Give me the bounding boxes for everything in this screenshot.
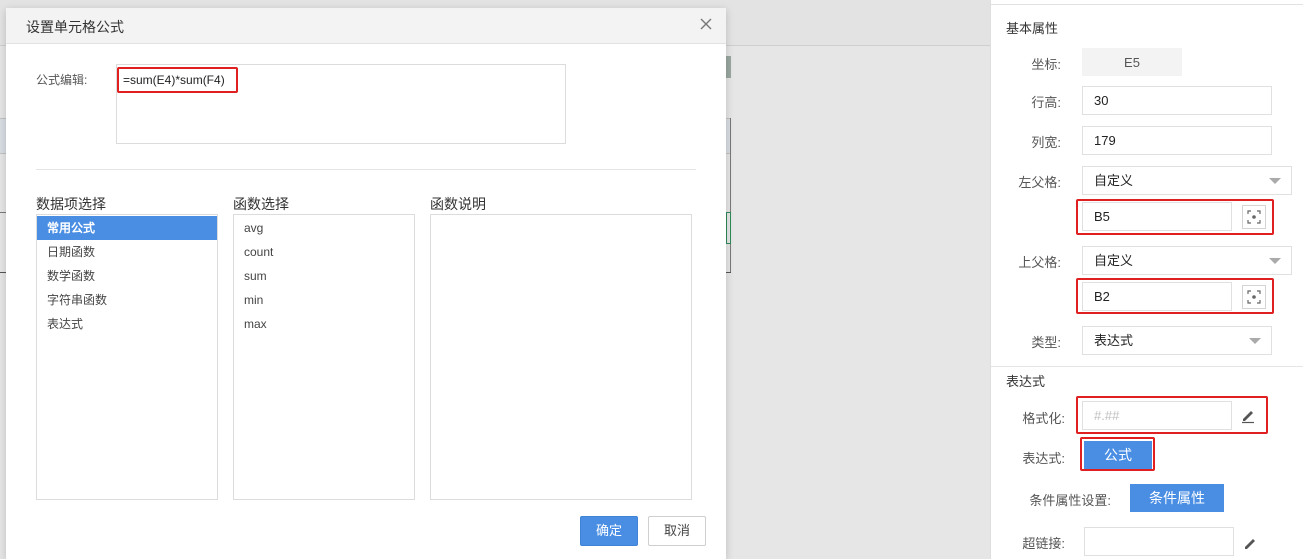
coord-label: 坐标: [1031, 57, 1061, 72]
top-parent-label: 上父格: [1018, 255, 1061, 270]
left-parent-label: 左父格: [1018, 175, 1061, 190]
panel-top-line [991, 4, 1303, 5]
sheet-selected-cell[interactable] [726, 212, 731, 244]
section-divider [991, 366, 1303, 367]
row-height-input[interactable]: 30 [1082, 86, 1272, 115]
expression-section-title: 表达式 [1006, 374, 1046, 389]
left-parent-highlight [1076, 199, 1274, 235]
formula-dialog: 设置单元格公式 公式编辑: =sum(E4)*sum(F4) 数据项选择 常用公… [6, 8, 726, 559]
sheet-grid-line [730, 118, 731, 273]
top-parent-highlight [1076, 278, 1274, 314]
row-height-label: 行高: [1031, 95, 1061, 110]
ok-button[interactable]: 确定 [580, 516, 638, 546]
expression-label: 表达式: [1022, 451, 1065, 466]
sheet-scroll-marker [726, 56, 731, 78]
data-item-expression[interactable]: 表达式 [37, 312, 217, 336]
edit-icon[interactable] [1240, 533, 1260, 553]
data-item-string-functions[interactable]: 字符串函数 [37, 288, 217, 312]
function-max[interactable]: max [234, 312, 414, 336]
cancel-button[interactable]: 取消 [648, 516, 706, 546]
formula-highlight [117, 67, 238, 93]
basic-props-title: 基本属性 [1006, 21, 1059, 36]
type-select[interactable]: 表达式 [1082, 326, 1272, 355]
data-item-math-functions[interactable]: 数学函数 [37, 264, 217, 288]
hyperlink-input[interactable] [1084, 527, 1234, 556]
format-label: 格式化: [1022, 411, 1065, 426]
left-parent-select-value: 自定义 [1094, 173, 1134, 188]
left-parent-select[interactable]: 自定义 [1082, 166, 1292, 195]
chevron-down-icon [1269, 258, 1281, 264]
chevron-down-icon [1249, 338, 1261, 344]
type-label: 类型: [1031, 335, 1061, 350]
col-width-input[interactable]: 179 [1082, 126, 1272, 155]
top-parent-select[interactable]: 自定义 [1082, 246, 1292, 275]
property-panel: 基本属性 坐标: E5 行高: 30 列宽: 179 左父格: 自定义 B5 上… [990, 0, 1303, 559]
dialog-divider [36, 169, 696, 170]
dialog-title: 设置单元格公式 [26, 19, 124, 35]
formula-label: 公式编辑: [36, 73, 88, 87]
format-highlight [1076, 396, 1268, 434]
formula-button-highlight [1080, 437, 1155, 471]
col-width-label: 列宽: [1031, 135, 1061, 150]
function-count[interactable]: count [234, 240, 414, 264]
functions-title: 函数选择 [233, 196, 289, 212]
hyperlink-label: 超链接: [1022, 536, 1065, 551]
function-description [430, 214, 692, 500]
function-min[interactable]: min [234, 288, 414, 312]
coord-field: E5 [1082, 48, 1182, 76]
data-item-common-formula[interactable]: 常用公式 [37, 216, 217, 240]
close-icon[interactable] [696, 14, 716, 34]
dialog-header: 设置单元格公式 [6, 8, 726, 44]
function-sum[interactable]: sum [234, 264, 414, 288]
chevron-down-icon [1269, 178, 1281, 184]
function-avg[interactable]: avg [234, 216, 414, 240]
condition-button[interactable]: 条件属性 [1130, 484, 1224, 512]
functions-list: avg count sum min max [233, 214, 415, 500]
condition-label: 条件属性设置: [1029, 493, 1111, 508]
type-select-value: 表达式 [1094, 333, 1134, 348]
data-item-date-functions[interactable]: 日期函数 [37, 240, 217, 264]
data-items-list: 常用公式 日期函数 数学函数 字符串函数 表达式 [36, 214, 218, 500]
description-title: 函数说明 [430, 196, 486, 212]
top-parent-select-value: 自定义 [1094, 253, 1134, 268]
data-items-title: 数据项选择 [36, 196, 106, 212]
